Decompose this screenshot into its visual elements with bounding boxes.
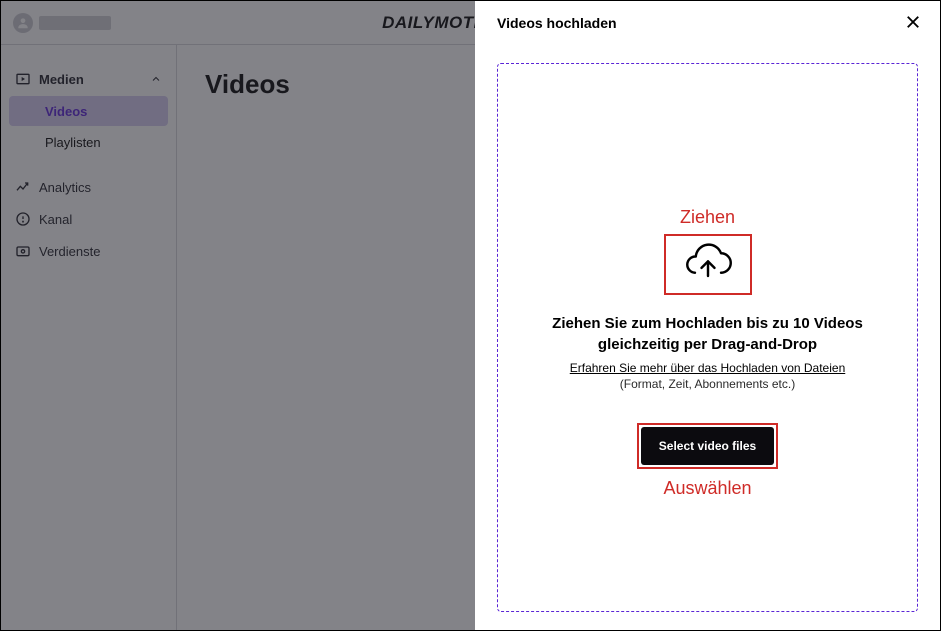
learn-more-link[interactable]: Erfahren Sie mehr über das Hochladen von… bbox=[570, 361, 846, 375]
annotation-select: Auswählen bbox=[663, 478, 751, 499]
close-icon bbox=[904, 13, 922, 31]
select-files-button[interactable]: Select video files bbox=[641, 427, 774, 465]
annotation-drag: Ziehen bbox=[680, 207, 735, 228]
dropzone[interactable]: Ziehen Ziehen Sie zum Hochladen bis zu 1… bbox=[497, 63, 918, 612]
dropzone-title: Ziehen Sie zum Hochladen bis zu 10 Video… bbox=[498, 313, 917, 355]
upload-modal: Videos hochladen Ziehen Ziehen Sie zum H… bbox=[475, 1, 940, 630]
annotation-box-select: Select video files bbox=[637, 423, 778, 469]
close-button[interactable] bbox=[904, 13, 922, 34]
modal-title: Videos hochladen bbox=[497, 15, 617, 31]
cloud-upload-icon bbox=[682, 242, 734, 284]
annotation-box-drag bbox=[664, 234, 752, 295]
dropzone-subnote: (Format, Zeit, Abonnements etc.) bbox=[620, 377, 795, 391]
